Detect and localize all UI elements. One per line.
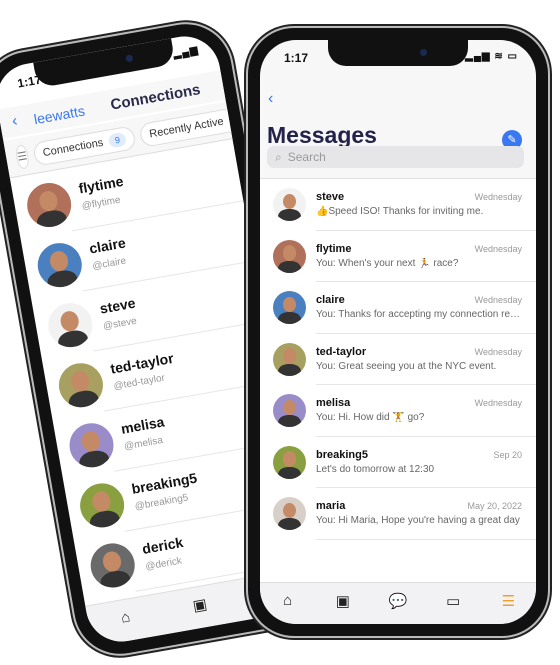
avatar[interactable] (273, 445, 306, 479)
connection-name: flytime (77, 172, 125, 197)
conversation-row[interactable]: claire Wednesday You: Thanks for accepting… (260, 282, 536, 334)
connection-name: derick (140, 534, 185, 557)
avatar[interactable] (55, 359, 107, 411)
connection-handle: @ted-taylor (112, 372, 166, 393)
conversation-time: Wednesday (474, 295, 522, 305)
connection-name: claire (87, 234, 127, 257)
status-icons: ▂▄▆ (172, 44, 200, 61)
chat-icon[interactable]: 💬 (383, 592, 413, 610)
status-time: 1:17 (284, 51, 309, 65)
calendar-icon[interactable]: ▭ (438, 592, 468, 610)
conversation-time: Wednesday (474, 398, 522, 408)
connection-name: steve (98, 294, 137, 317)
search-icon: ⌕ (275, 149, 282, 164)
conversation-name: maria (316, 500, 346, 512)
avatar[interactable] (87, 539, 139, 591)
avatar[interactable] (44, 299, 96, 351)
conversation-row[interactable]: breaking5 Sep 20 Let's do tomorrow at 12:3… (260, 437, 536, 488)
conversation-preview: You: Thanks for accepting my connection … (316, 309, 524, 320)
conversation-name: breaking5 (316, 448, 368, 461)
notch (328, 40, 468, 66)
connection-handle: @derick (144, 555, 183, 573)
conversation-time: Wednesday (474, 346, 522, 357)
connection-name: breaking5 (130, 469, 199, 497)
page-title: Messages (267, 122, 377, 148)
conversation-time: May 20, 2022 (467, 501, 522, 511)
connection-handle: @melisa (123, 434, 164, 453)
home-icon[interactable]: ⌂ (109, 607, 141, 629)
chip-label: Connections (41, 136, 105, 159)
connection-handle: @flytime (81, 194, 122, 213)
conversation-preview: You: Hi. How did 🏋 go? (316, 412, 425, 423)
avatar[interactable] (273, 291, 306, 324)
conversation-list: steve Wednesday 👍Speed ISO! Thanks for inv… (260, 178, 536, 584)
connection-handle: @breaking5 (133, 492, 190, 513)
conversation-name: flytime (316, 242, 352, 255)
connection-handle: @steve (102, 315, 138, 333)
messages-phone: 1:17 ▂▄▆ ≋ ▭ ‹ Messages ✎ ⌕ Search steve We… (248, 28, 548, 636)
divider (316, 538, 536, 540)
status-icons: ▂▄▆ ≋ ▭ (465, 51, 518, 62)
conversation-preview: Let's do tomorrow at 12:30 (316, 463, 435, 475)
menu-icon[interactable]: ☰ (493, 592, 523, 610)
connection-handle: @claire (91, 255, 128, 273)
conversation-row[interactable]: flytime Wednesday You: When's your next 🏃 … (260, 231, 536, 282)
conversation-row[interactable]: melisa Wednesday You: Hi. How did 🏋 go? (260, 385, 536, 437)
conversation-name: ted-taylor (316, 345, 367, 358)
search-input[interactable]: ⌕ Search (267, 146, 524, 168)
avatar[interactable] (66, 419, 118, 471)
search-placeholder: Search (287, 150, 326, 164)
conversation-row[interactable]: steve Wednesday 👍Speed ISO! Thanks for inv… (260, 179, 536, 231)
conversation-name: claire (316, 294, 345, 306)
conversation-preview: You: Hi Maria, Hope you're having a grea… (316, 515, 520, 526)
chevron-down-icon: ⌄ (228, 112, 240, 127)
tab-bar: ⌂ ▣ 💬 ▭ ☰ (260, 582, 536, 624)
conversation-row[interactable]: ted-taylor Wednesday You: Great seeing you… (260, 334, 536, 385)
filter-icon[interactable]: ☰ (14, 143, 31, 170)
activity-icon[interactable]: ▣ (328, 592, 358, 610)
avatar[interactable] (76, 479, 128, 531)
connection-name: melisa (119, 413, 166, 437)
connection-name: ted-taylor (109, 349, 175, 377)
count-badge: 9 (107, 131, 127, 149)
avatar[interactable] (273, 188, 306, 221)
avatar[interactable] (273, 342, 306, 376)
avatar[interactable] (273, 497, 306, 530)
conversation-preview: 👍Speed ISO! Thanks for inviting me. (316, 206, 484, 217)
conversation-preview: You: When's your next 🏃 race? (316, 257, 459, 269)
conversation-time: Wednesday (474, 192, 522, 202)
conversation-name: melisa (316, 397, 351, 409)
conversation-time: Wednesday (474, 243, 522, 254)
home-icon[interactable]: ⌂ (273, 592, 303, 609)
activity-icon[interactable]: ▣ (183, 593, 216, 616)
avatar[interactable] (23, 179, 75, 231)
conversation-name: steve (316, 191, 345, 203)
avatar[interactable] (34, 239, 86, 291)
back-chevron-icon[interactable]: ‹ (268, 90, 273, 108)
back-chevron-icon[interactable]: ‹ (11, 112, 19, 131)
back-button[interactable]: leewatts (33, 103, 86, 128)
sort-label: Recently Active (148, 115, 225, 140)
conversation-preview: You: Great seeing you at the NYC event. (316, 360, 497, 372)
messages-screen: 1:17 ▂▄▆ ≋ ▭ ‹ Messages ✎ ⌕ Search steve We… (260, 40, 536, 624)
avatar[interactable] (273, 394, 306, 427)
conversation-row[interactable]: maria May 20, 2022 You: Hi Maria, Hope you… (260, 488, 536, 540)
conversation-time: Sep 20 (493, 449, 522, 460)
avatar[interactable] (273, 239, 306, 273)
